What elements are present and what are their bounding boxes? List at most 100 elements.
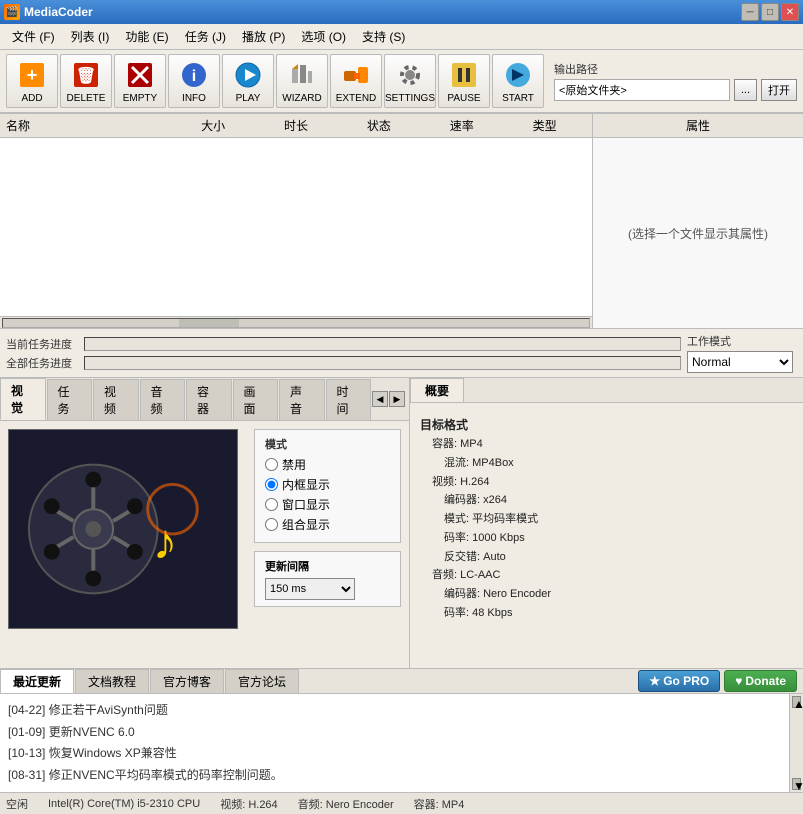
scroll-down[interactable]: ▼ xyxy=(792,778,801,790)
summary-group-title: 目标格式 xyxy=(420,415,793,435)
menu-task[interactable]: 任务 (J) xyxy=(177,26,234,47)
tab-container[interactable]: 容器 xyxy=(186,379,232,420)
play-button[interactable]: PLAY xyxy=(222,54,274,108)
news-tab-docs[interactable]: 文档教程 xyxy=(75,669,149,693)
status-video: 视频: H.264 xyxy=(220,796,277,812)
statusbar: 空闲 Intel(R) Core(TM) i5-2310 CPU 视频: H.2… xyxy=(0,792,803,814)
radio-disabled: 禁用 xyxy=(265,456,390,473)
gopro-icon: ★ xyxy=(649,674,660,688)
news-scrollbar[interactable]: ▲ ▼ xyxy=(789,694,803,792)
current-progress-label: 当前任务进度 xyxy=(6,336,78,352)
play-icon xyxy=(232,59,264,91)
radio-window-input[interactable] xyxy=(265,498,278,511)
gopro-label: Go PRO xyxy=(663,674,709,688)
summary-video: 视频: H.264 xyxy=(420,473,793,492)
tab-time[interactable]: 时间 xyxy=(326,379,372,420)
news-tab-blog[interactable]: 官方博客 xyxy=(150,669,224,693)
maximize-button[interactable]: □ xyxy=(761,3,779,21)
tab-video[interactable]: 视频 xyxy=(93,379,139,420)
scrollbar-track[interactable] xyxy=(2,318,590,328)
interval-title: 更新间隔 xyxy=(265,558,390,574)
right-tabs-bar: 概要 xyxy=(410,378,803,403)
preview-content: ♪ 模式 禁用 内框显示 xyxy=(0,421,409,668)
add-icon: + xyxy=(16,59,48,91)
scroll-track[interactable] xyxy=(790,710,803,776)
app-icon: 🎬 xyxy=(4,4,20,20)
mode-title: 模式 xyxy=(265,436,390,452)
empty-icon xyxy=(124,59,156,91)
tab-next-arrow[interactable]: ▶ xyxy=(389,391,405,407)
menu-file[interactable]: 文件 (F) xyxy=(4,26,63,47)
summary-deinterlace: 反交错: Auto xyxy=(420,548,793,567)
col-state: 状态 xyxy=(337,117,420,134)
summary-video-mode: 模式: 平均码率模式 xyxy=(420,510,793,529)
menu-options[interactable]: 选项 (O) xyxy=(293,26,354,47)
settings-button[interactable]: SETTINGS xyxy=(384,54,436,108)
add-button[interactable]: + ADD xyxy=(6,54,58,108)
start-button[interactable]: START xyxy=(492,54,544,108)
radio-combo-input[interactable] xyxy=(265,518,278,531)
progress-rows: 当前任务进度 全部任务进度 xyxy=(6,336,681,371)
right-tab-summary[interactable]: 概要 xyxy=(410,378,464,402)
work-mode-select[interactable]: Normal Background Server xyxy=(687,351,793,373)
gopro-button[interactable]: ★ Go PRO xyxy=(638,670,720,692)
donate-icon: ♥ xyxy=(735,674,742,688)
output-row: ... 打开 xyxy=(554,79,797,101)
scrollbar-thumb[interactable] xyxy=(179,319,239,327)
tab-task[interactable]: 任务 xyxy=(47,379,93,420)
radio-window: 窗口显示 xyxy=(265,496,390,513)
output-path-input[interactable] xyxy=(554,79,730,101)
donate-label: Donate xyxy=(745,674,786,688)
status-state: 空闲 xyxy=(6,796,28,812)
radio-disabled-label: 禁用 xyxy=(282,456,306,473)
info-button[interactable]: i INFO xyxy=(168,54,220,108)
news-tab-updates[interactable]: 最近更新 xyxy=(0,669,74,693)
donate-button[interactable]: ♥ Donate xyxy=(724,670,797,692)
interval-select[interactable]: 50 ms 100 ms 150 ms 200 ms 500 ms xyxy=(265,578,355,600)
file-list-scrollbar[interactable] xyxy=(0,316,592,328)
menu-play[interactable]: 播放 (P) xyxy=(234,26,293,47)
news-tabs: 最近更新 文档教程 官方博客 官方论坛 ★ Go PRO ♥ Donate xyxy=(0,669,803,694)
minimize-button[interactable]: ─ xyxy=(741,3,759,21)
pause-button[interactable]: PAUSE xyxy=(438,54,490,108)
news-tab-actions: ★ Go PRO ♥ Donate xyxy=(638,670,803,692)
tab-nav-arrows: ◀ ▶ xyxy=(372,391,409,407)
extend-icon xyxy=(340,59,372,91)
all-progress-row: 全部任务进度 xyxy=(6,355,681,371)
news-item-3: [10-13] 恢复Windows XP兼容性 xyxy=(8,743,781,765)
radio-disabled-input[interactable] xyxy=(265,458,278,471)
close-button[interactable]: ✕ xyxy=(781,3,799,21)
radio-inner-input[interactable] xyxy=(265,478,278,491)
menu-function[interactable]: 功能 (E) xyxy=(117,26,176,47)
tab-sound[interactable]: 声音 xyxy=(279,379,325,420)
tab-audio[interactable]: 音频 xyxy=(140,379,186,420)
menu-support[interactable]: 支持 (S) xyxy=(354,26,413,47)
summary-audio-bitrate: 码率: 48 Kbps xyxy=(420,604,793,623)
open-button[interactable]: 打开 xyxy=(761,79,797,101)
news-tab-forum[interactable]: 官方论坛 xyxy=(225,669,299,693)
file-list-body[interactable] xyxy=(0,138,592,316)
delete-button[interactable]: 🗑 DELETE xyxy=(60,54,112,108)
browse-button[interactable]: ... xyxy=(734,79,757,101)
svg-text:🗑: 🗑 xyxy=(76,66,96,85)
scroll-up[interactable]: ▲ xyxy=(792,696,801,708)
all-progress-bar xyxy=(84,356,681,370)
status-audio: 音频: Nero Encoder xyxy=(298,796,394,812)
news-body: [04-22] 修正若干AviSynth问题 [01-09] 更新NVENC 6… xyxy=(0,694,789,792)
tab-picture[interactable]: 画面 xyxy=(233,379,279,420)
empty-button[interactable]: EMPTY xyxy=(114,54,166,108)
col-duration: 时长 xyxy=(255,117,338,134)
titlebar: 🎬 MediaCoder ─ □ ✕ xyxy=(0,0,803,24)
tab-preview[interactable]: 视觉 xyxy=(0,378,46,420)
col-type: 类型 xyxy=(503,117,586,134)
summary-audio-encoder: 编码器: Nero Encoder xyxy=(420,585,793,604)
menu-list[interactable]: 列表 (I) xyxy=(63,26,118,47)
extend-button[interactable]: EXTEND xyxy=(330,54,382,108)
all-progress-label: 全部任务进度 xyxy=(6,355,78,371)
output-area: 输出路径 ... 打开 xyxy=(554,61,797,101)
right-panel: 概要 目标格式 容器: MP4 混流: MP4Box 视频: H.264 编码器… xyxy=(410,378,803,668)
tab-prev-arrow[interactable]: ◀ xyxy=(372,391,388,407)
radio-combo: 组合显示 xyxy=(265,516,390,533)
wizard-button[interactable]: WIZARD xyxy=(276,54,328,108)
summary-container: 容器: MP4 xyxy=(420,435,793,454)
